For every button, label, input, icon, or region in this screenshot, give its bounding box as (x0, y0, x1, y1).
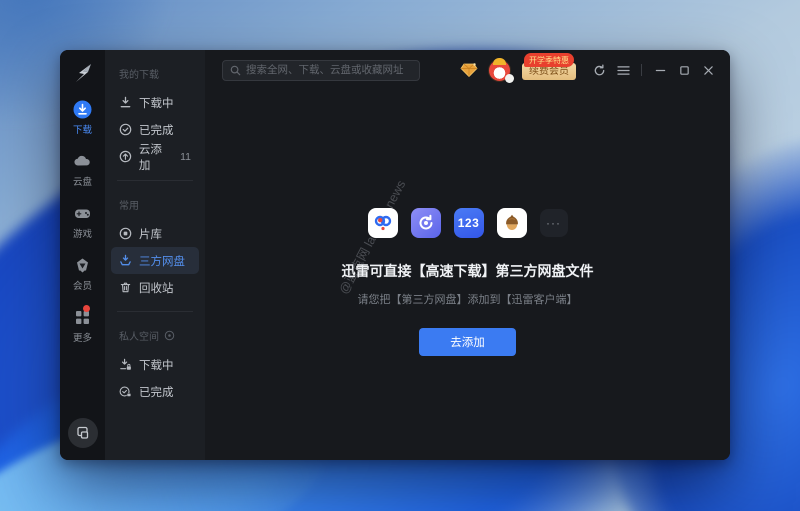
privacy-eye-icon[interactable] (164, 330, 175, 341)
section-header-common: 常用 (111, 193, 199, 220)
avatar-hat (493, 58, 506, 65)
content-area: @蓝点网 landian.news (205, 90, 730, 460)
rail-item-games[interactable]: 游戏 (73, 204, 92, 240)
cloud-upload-icon (119, 150, 132, 163)
film-library-icon (119, 227, 132, 240)
123pan-label: 123 (458, 216, 480, 230)
netdisk-download-icon (119, 254, 132, 267)
grid-more-icon (73, 308, 92, 327)
search-input[interactable] (246, 64, 412, 76)
trash-icon (119, 281, 132, 294)
cloud-add-count: 11 (180, 151, 191, 163)
sidebar-item-label: 已完成 (139, 122, 174, 138)
gamepad-icon (73, 204, 92, 223)
hero-title: 迅雷可直接【高速下载】第三方网盘文件 (342, 261, 594, 281)
sidebar-divider (117, 311, 193, 312)
section-header-private-space: 私人空间 (111, 324, 199, 351)
notification-dot (83, 305, 90, 312)
ellipsis-icon: ··· (546, 216, 561, 230)
rail-item-cloud-drive[interactable]: 云盘 (73, 152, 92, 188)
search-box[interactable] (222, 60, 420, 81)
rail-item-membership[interactable]: 会员 (73, 256, 92, 292)
hero-subtitle: 请您把【第三方网盘】添加到【迅雷客户端】 (342, 291, 594, 307)
go-add-button[interactable]: 去添加 (419, 328, 516, 356)
sidebar-item-recycle-bin[interactable]: 回收站 (111, 274, 199, 301)
rail-label: 云盘 (73, 174, 92, 188)
search-icon (230, 65, 241, 76)
sidebar-item-film-library[interactable]: 片库 (111, 220, 199, 247)
minimize-button[interactable] (650, 60, 670, 80)
netdisk-icon-row: 123 ··· (342, 208, 594, 238)
thunder-logo-icon (70, 60, 96, 86)
maximize-button[interactable] (674, 60, 694, 80)
titlebar-separator (641, 64, 642, 76)
refresh-icon[interactable] (589, 60, 609, 80)
sidebar-item-third-party-netdisk[interactable]: 三方网盘 (111, 247, 199, 274)
rail-label: 下载 (73, 122, 92, 136)
main-panel: 开学季特惠 续费会员 (205, 50, 730, 460)
download-lock-icon (119, 358, 132, 371)
left-rail: 下载 云盘 游戏 (60, 50, 105, 460)
sidebar-divider (117, 180, 193, 181)
section-header-my-downloads: 我的下载 (111, 62, 199, 89)
nutstore-icon[interactable] (497, 208, 527, 238)
vip-gem-icon[interactable] (459, 60, 479, 80)
cloud-sync-netdisk-icon[interactable] (411, 208, 441, 238)
user-avatar[interactable] (488, 59, 511, 82)
download-circle-icon (73, 100, 92, 119)
123pan-icon[interactable]: 123 (454, 208, 484, 238)
menu-icon[interactable] (613, 60, 633, 80)
more-netdisks-button[interactable]: ··· (540, 209, 568, 237)
sidebar-item-completed[interactable]: 已完成 (111, 116, 199, 143)
renew-membership-badge[interactable]: 开学季特惠 续费会员 (522, 61, 576, 79)
check-lock-icon (119, 385, 132, 398)
promo-ribbon: 开学季特惠 (524, 53, 574, 67)
titlebar: 开学季特惠 续费会员 (205, 50, 730, 90)
avatar-decoration (505, 74, 514, 83)
theme-skin-button[interactable] (68, 418, 98, 448)
sidebar-item-label: 已完成 (139, 384, 174, 400)
download-icon (119, 96, 132, 109)
sidebar-item-label: 下载中 (139, 95, 174, 111)
sidebar-item-label: 片库 (139, 226, 162, 242)
sidebar: 我的下载 下载中 已完成 云添加 11 (105, 50, 205, 460)
sidebar-item-private-completed[interactable]: 已完成 (111, 378, 199, 405)
third-party-netdisk-hero: 123 ··· 迅雷可直接【高速下载】第三方网盘文件 请您把【第三方网盘 (342, 208, 594, 356)
sidebar-item-label: 回收站 (139, 280, 174, 296)
check-circle-icon (119, 123, 132, 136)
rail-label: 会员 (73, 278, 92, 292)
thunder-app-window: 下载 云盘 游戏 (60, 50, 730, 460)
baidu-netdisk-icon[interactable] (368, 208, 398, 238)
cloud-icon (73, 152, 92, 171)
sidebar-item-downloading[interactable]: 下载中 (111, 89, 199, 116)
gem-pin-icon (73, 256, 92, 275)
rail-label: 游戏 (73, 226, 92, 240)
sidebar-item-label: 云添加 (139, 141, 173, 173)
rail-item-more[interactable]: 更多 (73, 308, 92, 344)
sidebar-item-label: 下载中 (139, 357, 174, 373)
sidebar-item-private-downloading[interactable]: 下载中 (111, 351, 199, 378)
rail-label: 更多 (73, 330, 92, 344)
sidebar-item-cloud-add[interactable]: 云添加 11 (111, 143, 199, 170)
skin-icon (76, 426, 90, 440)
close-button[interactable] (698, 60, 718, 80)
sidebar-item-label: 三方网盘 (139, 253, 185, 269)
rail-item-downloads[interactable]: 下载 (73, 100, 92, 136)
